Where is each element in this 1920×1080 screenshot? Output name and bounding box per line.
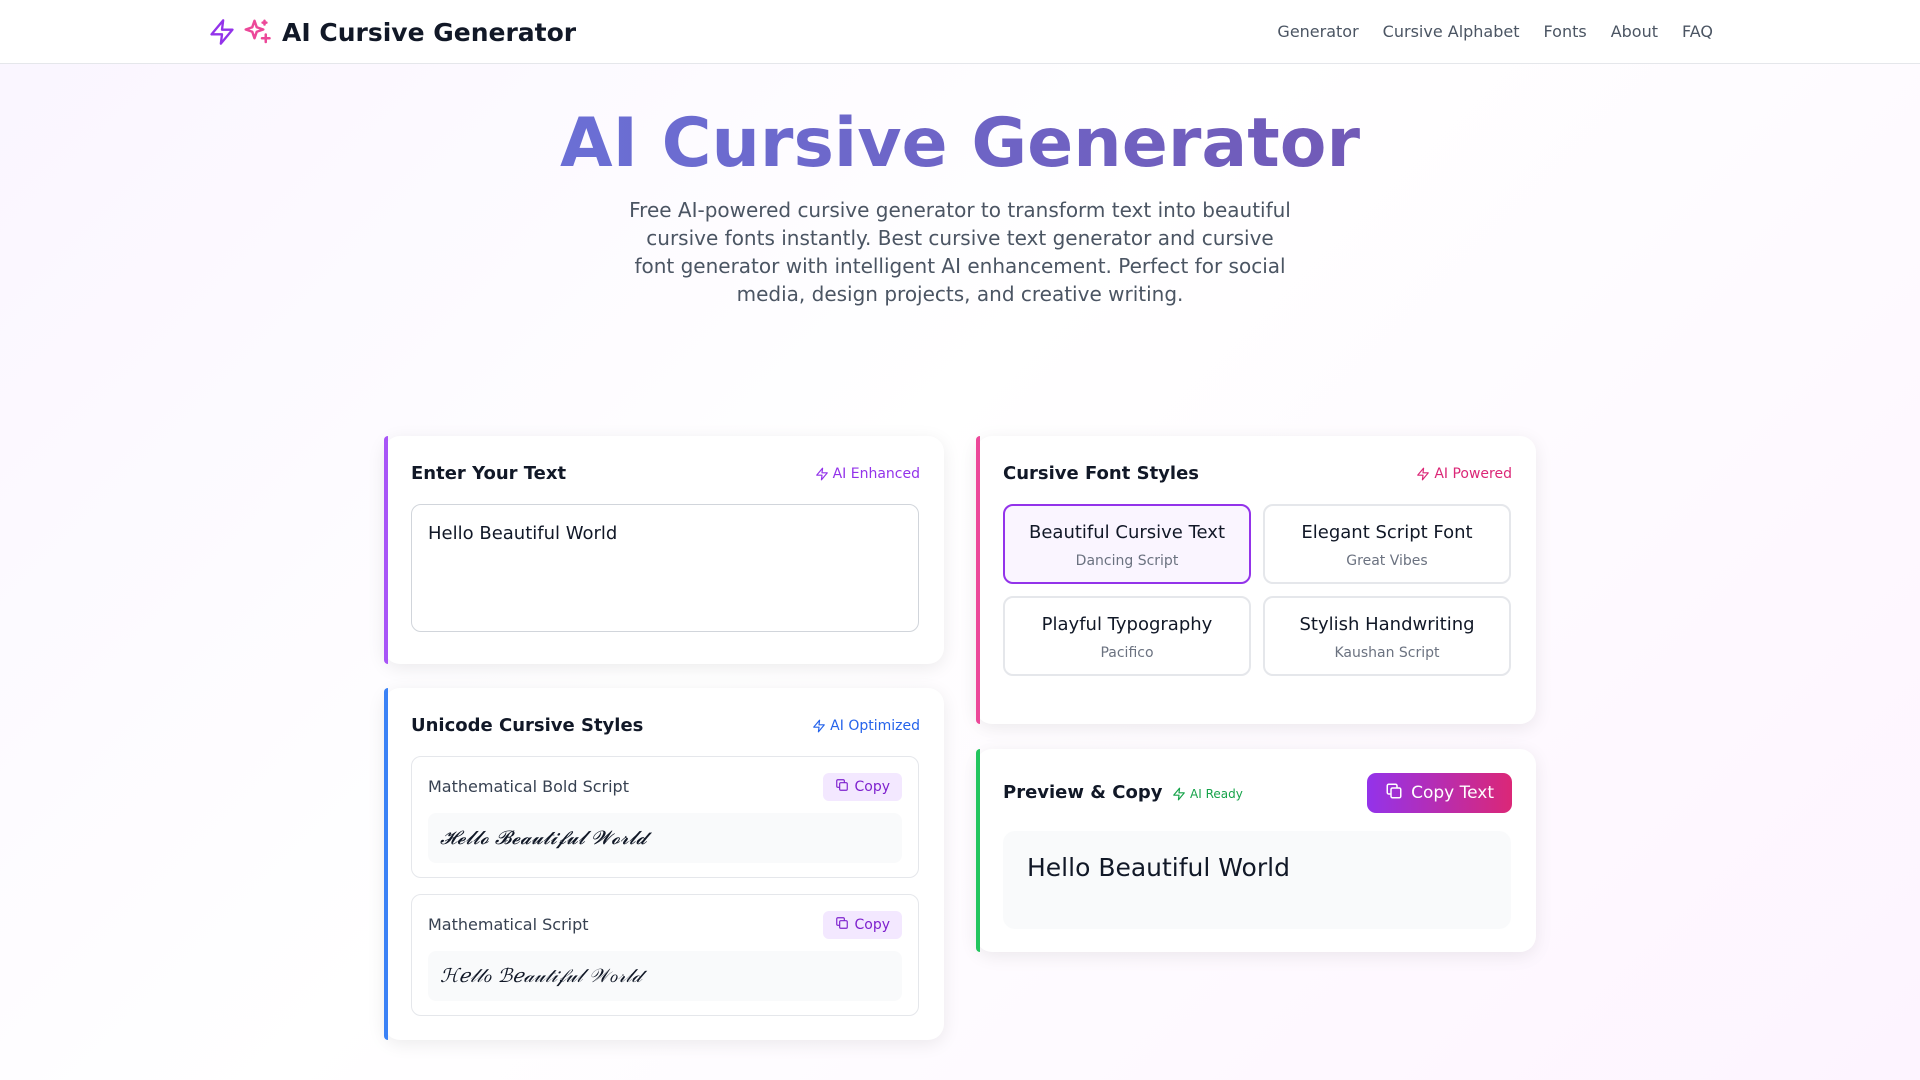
ai-ready-badge: AI Ready [1172, 786, 1243, 802]
font-styles-card: Cursive Font Styles AI Powered Beautiful… [976, 436, 1536, 724]
copy-button[interactable]: Copy [823, 773, 902, 801]
font-styles-title: Cursive Font Styles [1003, 463, 1200, 484]
preview-title: Preview & Copy [1003, 782, 1163, 803]
style-output: 𝓗𝓮𝓵𝓵𝓸 𝓑𝓮𝓪𝓾𝓽𝓲𝓯𝓾𝓵 𝓦𝓸𝓻𝓵𝓭 [428, 813, 902, 863]
input-card: Enter Your Text AI Enhanced Hello Beauti… [384, 436, 944, 664]
copy-icon [1385, 782, 1403, 805]
copy-icon [835, 778, 849, 796]
main-nav: Generator Cursive Alphabet Fonts About F… [1277, 0, 1713, 62]
hero-subtitle: Free AI-powered cursive generator to tra… [629, 198, 1291, 306]
ai-optimized-badge: AI Optimized [812, 718, 920, 734]
unicode-style-item: Mathematical Script Copy ℋℯ𝓁𝓁ℴ ℬℯ𝒶𝓊𝓉𝒾𝒻𝓊𝓁… [411, 894, 919, 1016]
copy-text-button[interactable]: Copy Text [1367, 773, 1512, 813]
brand[interactable]: AI Cursive Generator [208, 14, 576, 50]
font-option-beautiful-cursive[interactable]: Beautiful Cursive Text Dancing Script [1003, 504, 1251, 584]
nav-fonts[interactable]: Fonts [1544, 22, 1587, 41]
unicode-card-title: Unicode Cursive Styles [411, 715, 644, 736]
site-header: AI Cursive Generator Generator Cursive A… [0, 0, 1920, 64]
font-option-playful-typography[interactable]: Playful Typography Pacifico [1003, 596, 1251, 676]
copy-button[interactable]: Copy [823, 911, 902, 939]
style-name: Mathematical Bold Script [428, 777, 629, 796]
preview-output: Hello Beautiful World [1003, 831, 1511, 929]
sparkles-icon [242, 16, 272, 48]
ai-powered-badge: AI Powered [1416, 466, 1512, 482]
nav-about[interactable]: About [1611, 22, 1658, 41]
lightning-icon [815, 466, 829, 482]
nav-cursive-alphabet[interactable]: Cursive Alphabet [1383, 22, 1520, 41]
copy-icon [835, 916, 849, 934]
unicode-styles-card: Unicode Cursive Styles AI Optimized Math… [384, 688, 944, 1040]
input-card-title: Enter Your Text [411, 463, 567, 484]
style-name: Mathematical Script [428, 915, 589, 934]
preview-card: Preview & Copy AI Ready Copy Text Hello … [976, 749, 1536, 952]
lightning-icon [1416, 466, 1430, 482]
lightning-icon [1172, 786, 1186, 802]
lightning-icon [208, 16, 236, 48]
site-title: AI Cursive Generator [282, 17, 577, 47]
text-input[interactable]: Hello Beautiful World [411, 504, 919, 632]
font-option-elegant-script[interactable]: Elegant Script Font Great Vibes [1263, 504, 1511, 584]
ai-enhanced-badge: AI Enhanced [815, 466, 920, 482]
font-option-stylish-handwriting[interactable]: Stylish Handwriting Kaushan Script [1263, 596, 1511, 676]
style-output: ℋℯ𝓁𝓁ℴ ℬℯ𝒶𝓊𝓉𝒾𝒻𝓊𝓁 𝒲ℴ𝓇𝓁𝒹 [428, 951, 902, 1001]
hero-title: AI Cursive Generator [0, 104, 1920, 184]
nav-faq[interactable]: FAQ [1682, 22, 1713, 41]
unicode-style-item: Mathematical Bold Script Copy 𝓗𝓮𝓵𝓵𝓸 𝓑𝓮𝓪𝓾… [411, 756, 919, 878]
lightning-icon [812, 718, 826, 734]
nav-generator[interactable]: Generator [1277, 22, 1358, 41]
